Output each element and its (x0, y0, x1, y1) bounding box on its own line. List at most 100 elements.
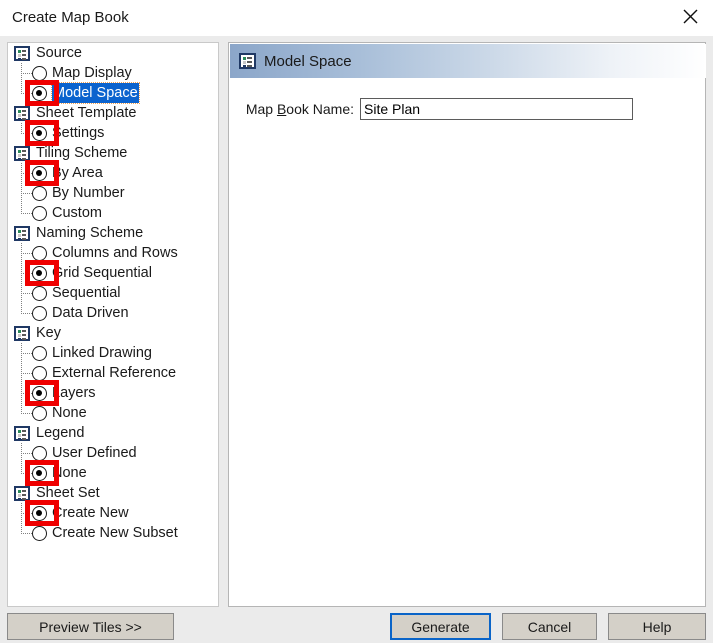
tree-group-sheet-template[interactable]: Sheet Template (8, 103, 218, 123)
title-bar: Create Map Book (0, 0, 713, 36)
tree-node-icon (14, 105, 30, 121)
settings-tree[interactable]: Source Map Display Model Space Sheet Templa… (7, 42, 219, 607)
tree-item-label: Layers (52, 385, 96, 401)
panel-header: Model Space (230, 44, 706, 78)
tree-connector (21, 83, 32, 103)
tree-group-label: Sheet Template (36, 105, 137, 121)
mapbook-name-label: Map Book Name: (245, 101, 354, 117)
tree-node-icon (14, 45, 30, 61)
tree-item-label: By Area (52, 165, 103, 181)
tree-item-label: None (52, 405, 87, 421)
tree-connector (21, 263, 32, 283)
radio-button[interactable] (32, 365, 47, 381)
tree-item-label: Settings (52, 125, 105, 141)
tree-group-key[interactable]: Key (8, 323, 218, 343)
tree-node-icon (14, 145, 30, 161)
tree-item-user-defined[interactable]: User Defined (8, 443, 218, 463)
tree-connector (21, 523, 32, 543)
tree-connector (21, 283, 32, 303)
preview-tiles-button[interactable]: Preview Tiles >> (7, 613, 174, 640)
tree-item-grid-sequential[interactable]: Grid Sequential (8, 260, 218, 286)
radio-button[interactable] (32, 165, 47, 181)
tree-item-label: Create New Subset (52, 525, 178, 541)
tree-connector (21, 383, 32, 403)
tree-item-create-new[interactable]: Create New (8, 500, 218, 526)
tree-item-label: By Number (52, 185, 125, 201)
tree-item-sequential[interactable]: Sequential (8, 283, 218, 303)
radio-button[interactable] (32, 205, 47, 221)
radio-button[interactable] (32, 385, 47, 401)
tree-item-create-new-subset[interactable]: Create New Subset (8, 523, 218, 543)
tree-item-label: Columns and Rows (52, 245, 178, 261)
cancel-button[interactable]: Cancel (502, 613, 597, 640)
radio-button[interactable] (32, 65, 47, 81)
radio-button[interactable] (32, 85, 47, 101)
tree-node-icon (239, 53, 256, 69)
radio-button[interactable] (32, 345, 47, 361)
tree-group-label: Source (36, 45, 82, 61)
tree-connector (21, 363, 32, 383)
radio-button[interactable] (32, 285, 47, 301)
tree-item-data-driven[interactable]: Data Driven (8, 303, 218, 323)
tree-item-label: Map Display (52, 65, 132, 81)
tree-group-label: Key (36, 325, 61, 341)
tree-connector (21, 123, 32, 143)
dialog-body: Source Map Display Model Space Sheet Templa… (0, 36, 713, 643)
radio-button[interactable] (32, 405, 47, 421)
tree-group-label: Legend (36, 425, 85, 441)
tree-connector (21, 403, 32, 423)
tree-item-layers[interactable]: Layers (8, 380, 218, 406)
radio-button[interactable] (32, 465, 47, 481)
tree-node-icon (14, 325, 30, 341)
tree-group-label: Tiling Scheme (36, 145, 128, 161)
tree-connector (21, 343, 32, 363)
radio-button[interactable] (32, 185, 47, 201)
tree-item-model-space[interactable]: Model Space (8, 80, 218, 106)
tree-node-icon (14, 225, 30, 241)
radio-button[interactable] (32, 505, 47, 521)
tree-item-label: Create New (52, 505, 129, 521)
radio-button[interactable] (32, 305, 47, 321)
close-icon[interactable] (667, 0, 713, 32)
tree-group-label: Sheet Set (36, 485, 100, 501)
tree-item-columns-and-rows[interactable]: Columns and Rows (8, 243, 218, 263)
tree-connector (21, 443, 32, 463)
tree-connector (21, 163, 32, 183)
mapbook-name-input[interactable] (360, 98, 633, 120)
tree-connector (21, 203, 32, 223)
mapbook-name-row: Map Book Name: (229, 98, 707, 120)
tree-connector (21, 243, 32, 263)
radio-button[interactable] (32, 525, 47, 541)
tree-item-label: External Reference (52, 365, 177, 381)
tree-group-label: Naming Scheme (36, 225, 144, 241)
tree-node-icon (14, 485, 30, 501)
tree-item-none[interactable]: None (8, 460, 218, 486)
tree-item-label: Sequential (52, 285, 121, 301)
radio-button[interactable] (32, 245, 47, 261)
tree-group-naming-scheme[interactable]: Naming Scheme (8, 223, 218, 243)
tree-item-linked-drawing[interactable]: Linked Drawing (8, 343, 218, 363)
tree-item-by-area[interactable]: By Area (8, 160, 218, 186)
tree-connector (21, 183, 32, 203)
content-panel: Model Space Map Book Name: (228, 42, 706, 607)
tree-connector (21, 463, 32, 483)
tree-group-source[interactable]: Source (8, 43, 218, 63)
tree-item-label: Linked Drawing (52, 345, 152, 361)
tree-item-external-reference[interactable]: External Reference (8, 363, 218, 383)
radio-button[interactable] (32, 445, 47, 461)
radio-button[interactable] (32, 125, 47, 141)
help-button[interactable]: Help (608, 613, 706, 640)
tree-group-sheet-set[interactable]: Sheet Set (8, 483, 218, 503)
tree-item-custom[interactable]: Custom (8, 203, 218, 223)
panel-title: Model Space (264, 52, 352, 70)
tree-item-map-display[interactable]: Map Display (8, 63, 218, 83)
tree-group-legend[interactable]: Legend (8, 423, 218, 443)
tree-connector (21, 303, 32, 323)
tree-item-settings[interactable]: Settings (8, 120, 218, 146)
tree-item-label: Data Driven (52, 305, 129, 321)
tree-item-by-number[interactable]: By Number (8, 183, 218, 203)
tree-group-tiling-scheme[interactable]: Tiling Scheme (8, 143, 218, 163)
generate-button[interactable]: Generate (390, 613, 491, 640)
tree-item-none[interactable]: None (8, 403, 218, 423)
radio-button[interactable] (32, 265, 47, 281)
